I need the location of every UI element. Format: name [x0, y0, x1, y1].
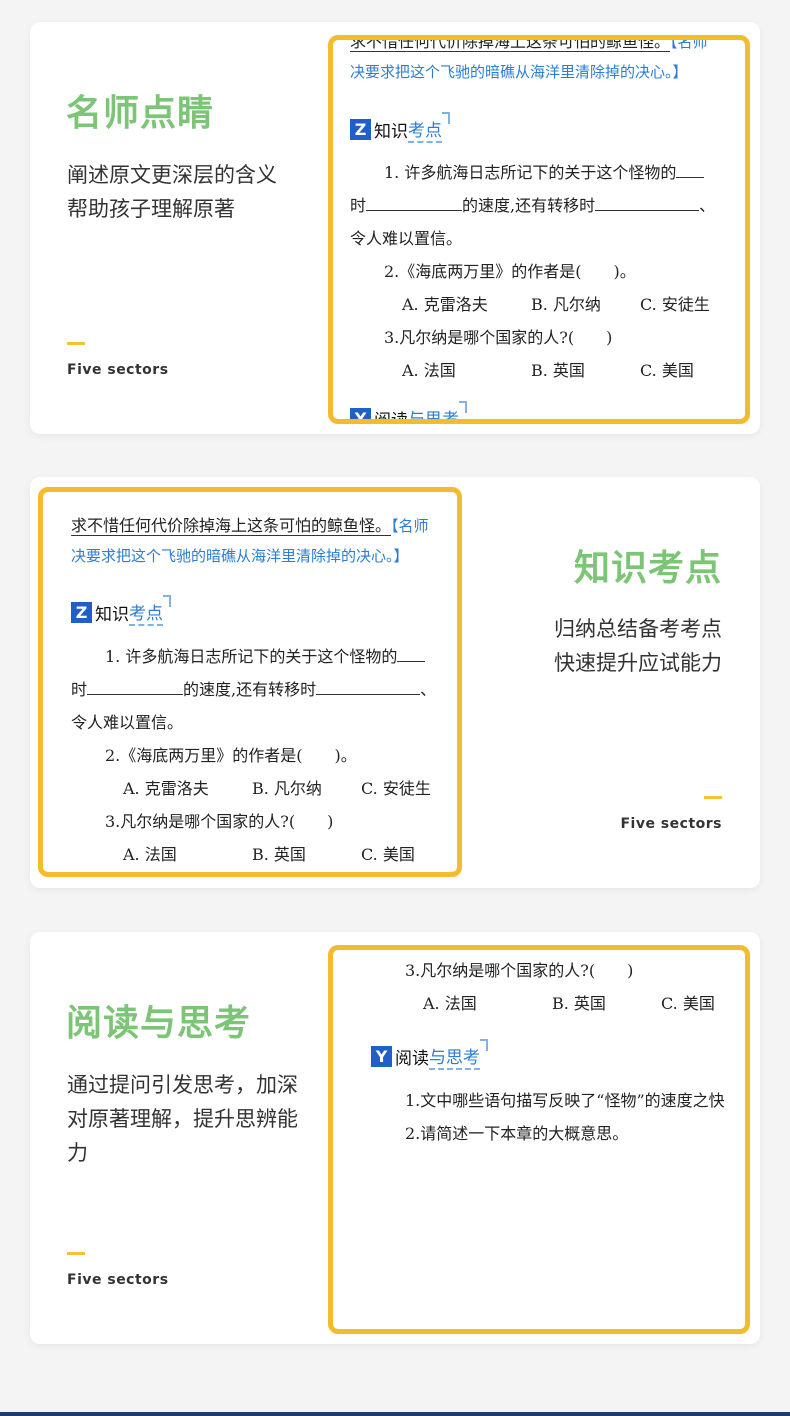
question-text: 时 — [71, 680, 88, 699]
doc-line: 求不惜任何代价除掉海上这条可怕的鲸鱼怪。 — [350, 40, 671, 52]
question-text: 时 — [350, 196, 367, 215]
option-b: B. 英国 — [252, 845, 306, 864]
accent-bar — [67, 1252, 85, 1255]
question-text: 、 — [420, 680, 437, 699]
question-text: 3.凡尔纳是哪个国家的人?( ) — [405, 961, 634, 980]
doc-preview-frame: 求不惜任何代价除掉海上这条可怕的鲸鱼怪。【名师 决要求把这个飞驰的暗礁从海洋里清… — [328, 35, 750, 424]
accent-bar — [67, 342, 85, 345]
bottom-bar — [0, 1412, 790, 1416]
card-description: 阐述原文更深层的含义 帮助孩子理解原著 — [67, 158, 277, 226]
answer-blank — [366, 196, 463, 211]
card-footer: Five sectors — [67, 1272, 169, 1288]
option-a: A. 法国 — [123, 845, 177, 864]
z-badge-icon: Z — [71, 602, 92, 623]
answer-blank — [316, 680, 421, 695]
option-c: C. 美国 — [661, 994, 715, 1013]
card-description: 通过提问引发思考，加深 对原著理解，提升思辨能 力 — [67, 1068, 298, 1170]
desc-line: 阐述原文更深层的含义 — [67, 163, 277, 187]
desc-line: 力 — [67, 1141, 88, 1165]
question-text: 令人难以置信。 — [71, 713, 184, 732]
question-text: 的速度,还有转移时 — [462, 196, 596, 215]
desc-line: 快速提升应试能力 — [554, 651, 722, 675]
option-a: A. 法国 — [402, 361, 456, 380]
section-header-yuedu: Y 阅读 与思考 — [371, 1039, 488, 1070]
section-header-yuedu: Y 阅读 与思考 — [350, 401, 467, 424]
section-label: 与思考 — [429, 1039, 488, 1070]
option-b: B. 凡尔纳 — [252, 779, 322, 798]
teacher-note: 决要求把这个飞驰的暗礁从海洋里清除掉的决心。】 — [71, 547, 409, 565]
desc-line: 对原著理解，提升思辨能 — [67, 1107, 298, 1131]
option-b: B. 英国 — [552, 994, 606, 1013]
teacher-note: 【名师 — [391, 517, 429, 535]
section-label: 阅读 — [395, 1049, 429, 1069]
y-badge-icon: Y — [350, 408, 371, 419]
section-label: 阅读 — [374, 411, 408, 424]
question-text: 3.凡尔纳是哪个国家的人?( ) — [384, 328, 613, 347]
desc-line: 归纳总结备考考点 — [554, 617, 722, 641]
teacher-note: 决要求把这个飞驰的暗礁从海洋里清除掉的决心。】 — [350, 63, 688, 81]
card-mingshi: 名师点睛 阐述原文更深层的含义 帮助孩子理解原著 Five sectors 求不… — [30, 22, 760, 434]
option-c: C. 安徒生 — [640, 295, 710, 314]
answer-blank — [87, 680, 184, 695]
doc-preview-frame: 求不惜任何代价除掉海上这条可怕的鲸鱼怪。【名师 决要求把这个飞驰的暗礁从海洋里清… — [38, 487, 462, 877]
desc-line: 通过提问引发思考，加深 — [67, 1073, 298, 1097]
option-c: C. 安徒生 — [361, 779, 431, 798]
section-label: 知识 — [95, 605, 129, 625]
question-text: 2.《海底两万里》的作者是( )。 — [105, 746, 357, 765]
doc-line: 求不惜任何代价除掉海上这条可怕的鲸鱼怪。 — [71, 516, 392, 536]
question-text: 1. 许多航海日志所记下的关于这个怪物的 — [384, 163, 677, 182]
question-text: 3.凡尔纳是哪个国家的人?( ) — [105, 812, 334, 831]
question-text: 的速度,还有转移时 — [183, 680, 317, 699]
teacher-note: 【名师 — [670, 35, 708, 51]
section-label: 考点 — [408, 112, 450, 143]
option-c: C. 美国 — [361, 845, 415, 864]
option-a: A. 克雷洛夫 — [402, 295, 488, 314]
option-c: C. 美国 — [640, 361, 694, 380]
reading-question: 2.请简述一下本章的大概意思。 — [405, 1124, 629, 1143]
card-title: 名师点睛 — [66, 93, 215, 134]
question-text: 、 — [699, 196, 716, 215]
option-a: A. 克雷洛夫 — [123, 779, 209, 798]
desc-line: 帮助孩子理解原著 — [67, 197, 235, 221]
section-header-zhishi: Z 知识 考点 — [350, 112, 450, 143]
card-zhishi: 求不惜任何代价除掉海上这条可怕的鲸鱼怪。【名师 决要求把这个飞驰的暗礁从海洋里清… — [30, 477, 760, 888]
option-a: A. 法国 — [423, 994, 477, 1013]
z-badge-icon: Z — [350, 119, 371, 140]
card-title: 阅读与思考 — [66, 1003, 252, 1044]
y-badge-icon: Y — [371, 1046, 392, 1067]
reading-question: 1.文中哪些语句描写反映了“怪物”的速度之快 — [405, 1091, 725, 1110]
answer-blank — [595, 196, 700, 211]
option-b: B. 凡尔纳 — [531, 295, 601, 314]
question-text: 1. 许多航海日志所记下的关于这个怪物的 — [105, 647, 398, 666]
section-label: 知识 — [374, 122, 408, 142]
question-text: 2.《海底两万里》的作者是( )。 — [384, 262, 636, 281]
answer-blank — [397, 647, 426, 662]
card-title: 知识考点 — [573, 548, 722, 589]
card-footer: Five sectors — [620, 816, 722, 832]
section-label: 考点 — [129, 595, 171, 626]
option-b: B. 英国 — [531, 361, 585, 380]
accent-bar — [704, 796, 722, 799]
question-text: 令人难以置信。 — [350, 229, 463, 248]
card-description: 归纳总结备考考点 快速提升应试能力 — [554, 612, 722, 680]
section-header-zhishi: Z 知识 考点 — [71, 595, 171, 626]
section-label: 与思考 — [408, 401, 467, 419]
card-footer: Five sectors — [67, 362, 169, 378]
card-yuedu: 阅读与思考 通过提问引发思考，加深 对原著理解，提升思辨能 力 Five sec… — [30, 932, 760, 1344]
answer-blank — [676, 163, 705, 178]
doc-preview-frame: 3.凡尔纳是哪个国家的人?( ) A. 法国 B. 英国 C. 美国 Y 阅读与… — [328, 945, 750, 1334]
